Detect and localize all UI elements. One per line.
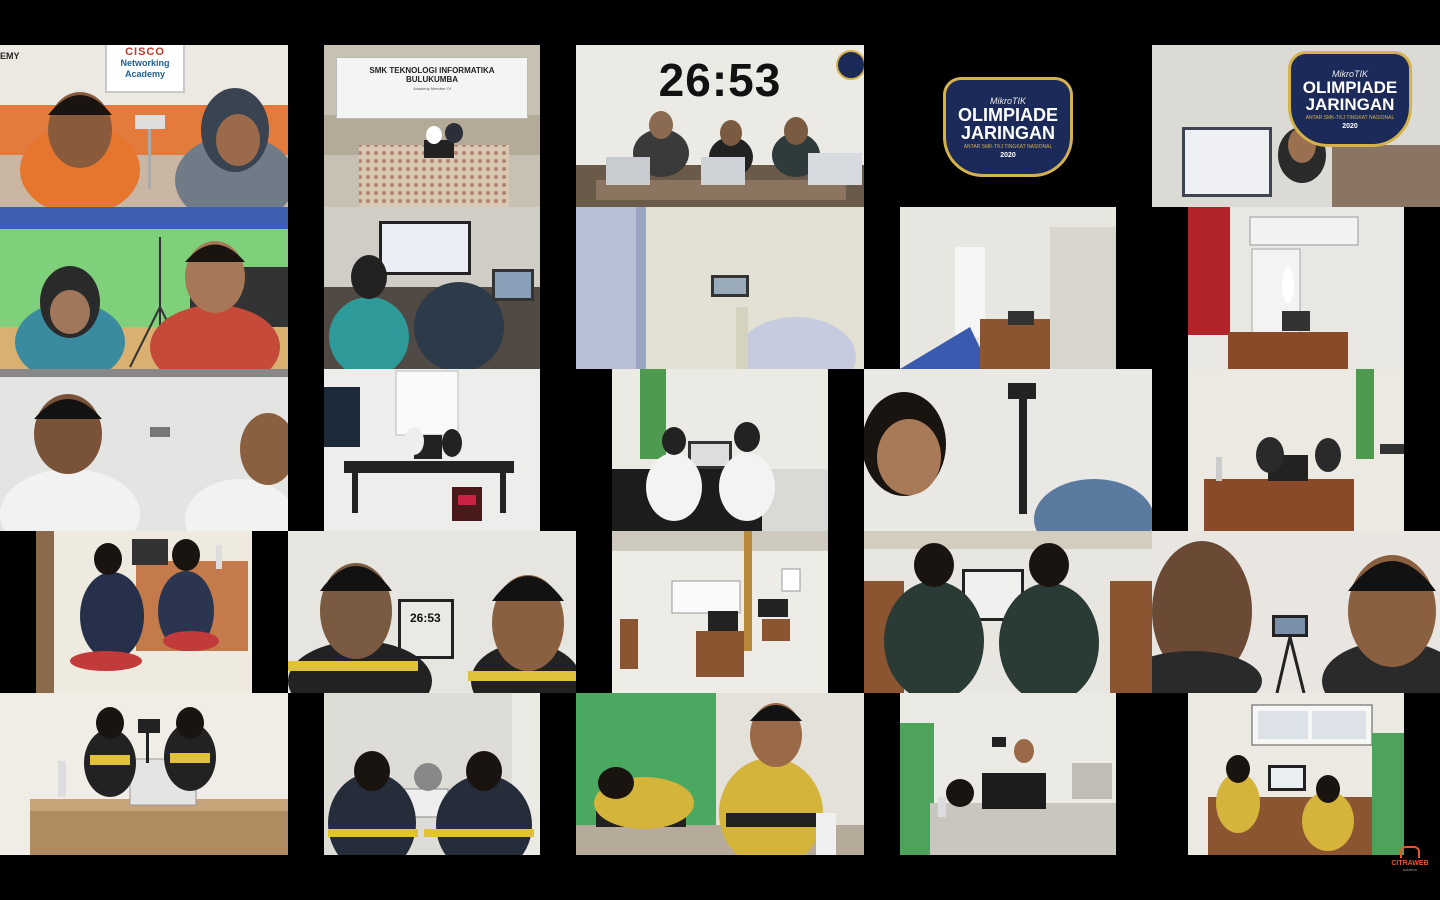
- video-tile-3-host[interactable]: 26:53: [576, 45, 864, 207]
- video-tile-14[interactable]: [864, 369, 1152, 531]
- participant-video: [36, 531, 252, 693]
- video-tile-19[interactable]: [864, 531, 1152, 693]
- participant-video: [1152, 531, 1440, 693]
- video-tile-20[interactable]: [1152, 531, 1440, 693]
- cisco-banner: CISCO Networking Academy: [105, 45, 185, 93]
- video-tile-17[interactable]: 26:53: [288, 531, 576, 693]
- badge-subtitle: ANTAR SMK-TKJ TINGKAT NASIONAL: [1305, 114, 1395, 121]
- participant-video: [576, 693, 864, 855]
- cisco-line1: Networking: [120, 58, 170, 68]
- badge-brand: MikroTIK: [990, 95, 1026, 106]
- video-tile-23[interactable]: [576, 693, 864, 855]
- video-tile-12[interactable]: [324, 369, 540, 531]
- video-tile-9[interactable]: [900, 207, 1116, 369]
- video-tile-18[interactable]: [612, 531, 828, 693]
- badge-line2: JARINGAN: [960, 122, 1055, 143]
- participant-video: [864, 369, 1152, 531]
- school-banner: SMK TEKNOLOGI INFORMATIKA BULUKUMBA Acad…: [336, 57, 528, 119]
- badge-subtitle: ANTAR SMK-TKJ TINGKAT NASIONAL: [963, 143, 1053, 150]
- badge-brand: MikroTIK: [1332, 68, 1368, 79]
- participant-video: [900, 693, 1116, 855]
- school-banner-line2: BULUKUMBA: [406, 75, 458, 84]
- video-tile-7[interactable]: [324, 207, 540, 369]
- badge-line2: JARINGAN: [1305, 94, 1395, 114]
- video-tile-15[interactable]: [1188, 369, 1404, 531]
- video-tile-11[interactable]: [0, 369, 288, 531]
- participant-video: [324, 693, 540, 855]
- video-tile-2[interactable]: SMK TEKNOLOGI INFORMATIKA BULUKUMBA Acad…: [324, 45, 540, 207]
- video-tile-5[interactable]: MikroTIK OLIMPIADE JARINGAN ANTAR SMK-TK…: [1152, 45, 1440, 207]
- participant-video: [324, 207, 540, 369]
- video-tile-25[interactable]: [1188, 693, 1404, 855]
- video-tile-21[interactable]: [0, 693, 288, 855]
- participant-video: [1188, 369, 1404, 531]
- participant-video: [612, 369, 828, 531]
- countdown-timer-on-screen: 26:53: [410, 611, 441, 625]
- video-tile-16[interactable]: [36, 531, 252, 693]
- citraweb-logo-icon: [1400, 846, 1420, 858]
- video-tile-24[interactable]: [900, 693, 1116, 855]
- participant-video: [900, 207, 1116, 369]
- citraweb-watermark: CITRAWEB solution: [1380, 846, 1440, 872]
- participant-video: [864, 531, 1152, 693]
- participant-video: [0, 207, 288, 369]
- watermark-name: CITRAWEB: [1391, 860, 1429, 867]
- school-banner-line1: SMK TEKNOLOGI INFORMATIKA: [369, 66, 495, 75]
- video-tile-4-logo[interactable]: MikroTIK OLIMPIADE JARINGAN ANTAR SMK-TK…: [927, 45, 1089, 207]
- video-tile-8[interactable]: [576, 207, 864, 369]
- olimpiade-jaringan-logo: MikroTIK OLIMPIADE JARINGAN ANTAR SMK-TK…: [1288, 51, 1412, 147]
- video-gallery: CISCO Networking Academy EMY SMK TEKNOLO…: [0, 0, 1440, 900]
- cisco-line2: Academy: [124, 69, 166, 79]
- participant-video: [1188, 207, 1404, 369]
- badge-year: 2020: [1000, 151, 1016, 159]
- badge-line1: OLIMPIADE: [957, 104, 1058, 125]
- participant-video: [576, 207, 864, 369]
- participant-video: [0, 693, 288, 855]
- badge-line1: OLIMPIADE: [1302, 77, 1398, 97]
- video-tile-10[interactable]: [1188, 207, 1404, 369]
- participant-video: [1188, 693, 1404, 855]
- academy-sign-text: EMY: [0, 51, 20, 61]
- participant-video: [324, 369, 540, 531]
- countdown-timer: 26:53: [658, 54, 782, 106]
- video-tile-1[interactable]: CISCO Networking Academy EMY: [0, 45, 288, 207]
- participant-video: [612, 531, 828, 693]
- video-tile-6[interactable]: [0, 207, 288, 369]
- cisco-logo-text: CISCO: [125, 46, 165, 58]
- video-tile-22[interactable]: [324, 693, 540, 855]
- watermark-sub: solution: [1403, 867, 1417, 872]
- video-tile-13[interactable]: [612, 369, 828, 531]
- participant-video: [0, 369, 288, 531]
- badge-year: 2020: [1342, 122, 1358, 130]
- olimpiade-jaringan-logo: MikroTIK OLIMPIADE JARINGAN ANTAR SMK-TK…: [943, 77, 1073, 177]
- school-banner-line3: Academy Member Of: [413, 86, 451, 91]
